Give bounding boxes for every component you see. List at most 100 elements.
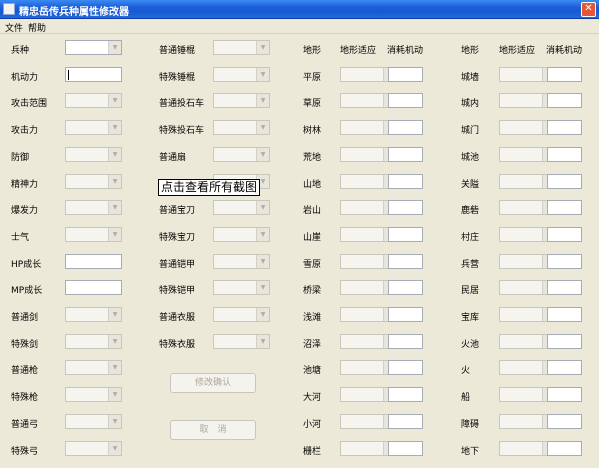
unit-attr-field[interactable] bbox=[65, 66, 122, 82]
terrain-label: 城池 bbox=[461, 152, 480, 163]
move-cost-field[interactable] bbox=[388, 253, 423, 269]
move-cost-field[interactable] bbox=[547, 440, 582, 456]
chevron-down-icon[interactable]: ▼ bbox=[256, 94, 269, 108]
move-cost-field[interactable] bbox=[388, 93, 423, 109]
move-cost-field[interactable] bbox=[547, 307, 582, 322]
chevron-down-icon[interactable]: ▼ bbox=[108, 308, 121, 321]
chevron-down-icon[interactable]: ▼ bbox=[256, 281, 269, 295]
move-cost-field[interactable] bbox=[388, 120, 423, 136]
equip-attr-combo[interactable]: ▼ bbox=[213, 146, 270, 162]
unit-attr-combo[interactable]: ▼ bbox=[65, 146, 122, 162]
unit-attr-combo[interactable]: ▼ bbox=[65, 333, 122, 349]
menu-help[interactable]: 帮助 bbox=[28, 21, 46, 34]
equip-attr-combo[interactable]: ▼ bbox=[213, 200, 270, 216]
move-cost-field[interactable] bbox=[547, 200, 582, 216]
chevron-down-icon[interactable]: ▼ bbox=[256, 308, 269, 321]
unit-attr-combo[interactable]: ▼ bbox=[65, 413, 122, 429]
menu-file[interactable]: 文件 bbox=[5, 21, 23, 34]
move-cost-field[interactable] bbox=[388, 200, 423, 216]
move-cost-field[interactable] bbox=[547, 333, 582, 349]
unit-attr-combo[interactable]: ▼ bbox=[65, 120, 122, 136]
move-cost-field[interactable] bbox=[547, 93, 582, 109]
unit-attr-combo[interactable]: ▼ bbox=[65, 173, 122, 189]
unit-attr-label: 攻击力 bbox=[11, 126, 39, 137]
unit-attr-combo[interactable]: ▼ bbox=[65, 40, 122, 55]
move-cost-field[interactable] bbox=[547, 253, 582, 269]
text-caret bbox=[68, 69, 69, 80]
move-cost-field[interactable] bbox=[547, 280, 582, 296]
move-cost-field[interactable] bbox=[547, 146, 582, 162]
unit-attr-combo[interactable]: ▼ bbox=[65, 200, 122, 216]
move-cost-field[interactable] bbox=[388, 333, 423, 349]
chevron-down-icon[interactable]: ▼ bbox=[108, 361, 121, 375]
move-cost-field[interactable] bbox=[388, 146, 423, 162]
chevron-down-icon[interactable]: ▼ bbox=[256, 121, 269, 135]
move-cost-field[interactable] bbox=[388, 360, 423, 376]
move-cost-field[interactable] bbox=[388, 440, 423, 456]
chevron-down-icon[interactable]: ▼ bbox=[256, 227, 269, 241]
move-cost-field[interactable] bbox=[388, 66, 423, 82]
move-cost-field[interactable] bbox=[547, 360, 582, 376]
move-cost-field[interactable] bbox=[388, 387, 423, 403]
unit-attr-field[interactable] bbox=[65, 253, 122, 269]
chevron-down-icon[interactable]: ▼ bbox=[108, 201, 121, 215]
chevron-down-icon[interactable]: ▼ bbox=[108, 94, 121, 108]
move-cost-field[interactable] bbox=[547, 120, 582, 136]
move-cost-field[interactable] bbox=[547, 387, 582, 403]
unit-attr-combo[interactable]: ▼ bbox=[65, 387, 122, 403]
move-cost-field[interactable] bbox=[547, 173, 582, 189]
chevron-down-icon[interactable]: ▼ bbox=[108, 334, 121, 348]
unit-attr-label: 机动力 bbox=[11, 72, 39, 83]
unit-attr-combo[interactable]: ▼ bbox=[65, 226, 122, 242]
chevron-down-icon[interactable]: ▼ bbox=[108, 227, 121, 241]
equip-attr-combo[interactable]: ▼ bbox=[213, 333, 270, 349]
move-cost-field[interactable] bbox=[388, 307, 423, 322]
chevron-down-icon[interactable]: ▼ bbox=[108, 121, 121, 135]
equip-attr-combo[interactable]: ▼ bbox=[213, 66, 270, 82]
unit-attr-field[interactable] bbox=[65, 280, 122, 296]
chevron-down-icon[interactable]: ▼ bbox=[108, 41, 121, 54]
unit-attr-combo[interactable]: ▼ bbox=[65, 360, 122, 376]
equip-attr-label: 特殊宝刀 bbox=[159, 232, 196, 243]
cancel-button[interactable]: 取 消 bbox=[170, 420, 256, 440]
equip-attr-combo[interactable]: ▼ bbox=[213, 307, 270, 322]
unit-attr-combo[interactable]: ▼ bbox=[65, 93, 122, 109]
unit-attr-label: MP成长 bbox=[11, 286, 43, 297]
screenshot-tooltip[interactable]: 点击查看所有截图 bbox=[158, 179, 261, 196]
unit-attr-label: 攻击范围 bbox=[11, 99, 48, 110]
equip-attr-combo[interactable]: ▼ bbox=[213, 226, 270, 242]
equip-attr-label: 普通投石车 bbox=[159, 99, 205, 110]
chevron-down-icon[interactable]: ▼ bbox=[108, 174, 121, 188]
chevron-down-icon[interactable]: ▼ bbox=[108, 441, 121, 455]
equip-attr-combo[interactable]: ▼ bbox=[213, 120, 270, 136]
chevron-down-icon[interactable]: ▼ bbox=[256, 67, 269, 81]
equip-attr-combo[interactable]: ▼ bbox=[213, 280, 270, 296]
equip-attr-combo[interactable]: ▼ bbox=[213, 93, 270, 109]
chevron-down-icon[interactable]: ▼ bbox=[108, 414, 121, 428]
terrain-label: 荒地 bbox=[303, 152, 322, 163]
chevron-down-icon[interactable]: ▼ bbox=[256, 254, 269, 268]
move-cost-field[interactable] bbox=[547, 413, 582, 429]
move-cost-field[interactable] bbox=[388, 280, 423, 296]
chevron-down-icon[interactable]: ▼ bbox=[108, 147, 121, 161]
unit-attr-label: 特殊剑 bbox=[11, 339, 39, 350]
chevron-down-icon[interactable]: ▼ bbox=[256, 41, 269, 54]
move-cost-field[interactable] bbox=[388, 226, 423, 242]
chevron-down-icon[interactable]: ▼ bbox=[256, 334, 269, 348]
move-cost-field[interactable] bbox=[547, 66, 582, 82]
unit-attr-combo[interactable]: ▼ bbox=[65, 440, 122, 456]
equip-attr-combo[interactable]: ▼ bbox=[213, 253, 270, 269]
close-button[interactable]: ✕ bbox=[581, 2, 596, 17]
equip-attr-combo[interactable]: ▼ bbox=[213, 40, 270, 55]
move-cost-field[interactable] bbox=[388, 173, 423, 189]
unit-attr-label: 普通剑 bbox=[11, 313, 39, 323]
equip-attr-label: 特殊投石车 bbox=[159, 126, 205, 137]
chevron-down-icon[interactable]: ▼ bbox=[256, 147, 269, 161]
move-cost-field[interactable] bbox=[547, 226, 582, 242]
confirm-button[interactable]: 修改确认 bbox=[170, 373, 256, 393]
chevron-down-icon[interactable]: ▼ bbox=[108, 388, 121, 402]
chevron-down-icon[interactable]: ▼ bbox=[256, 201, 269, 215]
move-cost-field[interactable] bbox=[388, 413, 423, 429]
terrain-label: 鹿砦 bbox=[461, 206, 480, 217]
unit-attr-combo[interactable]: ▼ bbox=[65, 307, 122, 322]
